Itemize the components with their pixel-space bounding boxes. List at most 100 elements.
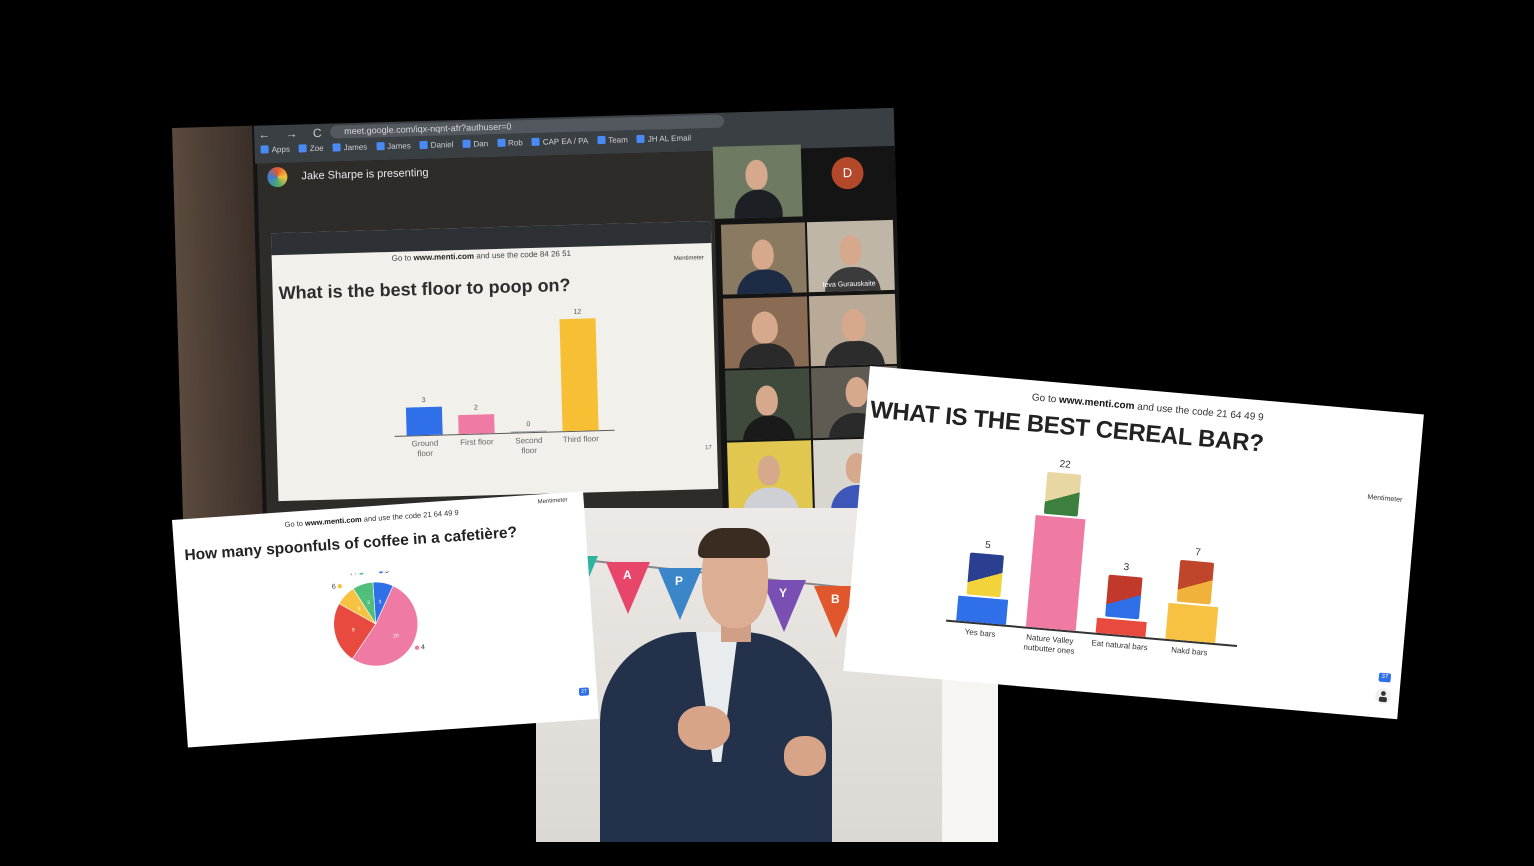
- person-icon: [582, 699, 590, 709]
- pie-slice-value: 3: [367, 600, 370, 606]
- code-prefix: Go to: [284, 518, 306, 530]
- bookmark-label: CAP EA / PA: [542, 136, 589, 147]
- video-tile-7[interactable]: [727, 440, 813, 513]
- video-tile-5[interactable]: [724, 368, 811, 441]
- participant-face: [841, 308, 867, 342]
- pie-category-label: 3: [385, 568, 389, 575]
- bookmark-item[interactable]: Dan: [462, 139, 488, 149]
- cereal-bar-pack-image: [1176, 560, 1215, 605]
- person-hair: [698, 528, 770, 558]
- participant-body: [733, 188, 783, 219]
- response-count-badge: 27: [578, 687, 590, 697]
- menti-site: www.menti.com: [304, 514, 362, 528]
- bookmark-item[interactable]: CAP EA / PA: [531, 136, 589, 147]
- participant-face: [751, 311, 779, 344]
- floor-bar-value: 0: [526, 421, 531, 429]
- pie-slice-value: 20: [393, 633, 399, 639]
- bookmark-label: Rob: [507, 138, 523, 148]
- bookmark-item[interactable]: JH AL Email: [636, 133, 692, 145]
- video-tile-2[interactable]: [720, 222, 807, 295]
- floor-bar: [559, 318, 599, 432]
- cereal-bar-pack-image: [1043, 471, 1082, 517]
- bookmark-label: JH AL Email: [647, 133, 692, 144]
- bookmark-item[interactable]: Daniel: [419, 140, 454, 150]
- bookmark-icon: [376, 142, 385, 151]
- participant-body: [742, 414, 795, 441]
- response-count-badge: 37: [1378, 672, 1392, 683]
- floor-bar-label: Third floor: [562, 434, 599, 445]
- participant-face: [757, 455, 781, 486]
- coffee-pie-chart: 33204953637+: [326, 568, 425, 667]
- cereal-bar-card: Go to www.menti.com and use the code 21 …: [843, 366, 1424, 720]
- pie-legend-dot: [378, 568, 384, 574]
- participant-count: 17: [705, 445, 712, 452]
- cereal-bar-label: Eat natural bars: [1091, 638, 1149, 653]
- participant-face: [845, 376, 869, 408]
- bookmark-item[interactable]: Team: [597, 135, 628, 145]
- cereal-bar-label: Yes bars: [964, 627, 996, 639]
- pie-legend-dot: [359, 570, 364, 575]
- bookmark-label: Zoe: [309, 143, 324, 154]
- participant-face: [755, 385, 779, 416]
- bookmark-item[interactable]: James: [376, 141, 411, 151]
- bookmark-icon: [298, 144, 307, 153]
- pie-legend-dot: [414, 645, 420, 650]
- video-tile-3[interactable]: [722, 296, 809, 369]
- bunting-flag: A: [606, 562, 650, 614]
- pie-slice-value: 3: [357, 606, 360, 612]
- meet-screen-photo: ← → C ⌂ meet.google.com/iqx-nqnt-afr?aut…: [172, 107, 905, 528]
- bookmark-item[interactable]: Rob: [496, 138, 523, 148]
- cereal-bar-pack-image: [1105, 574, 1143, 620]
- menti-site: www.menti.com: [413, 251, 475, 263]
- bookmark-item[interactable]: Apps: [260, 144, 290, 155]
- coffee-pie-card: Go to www.menti.com and use the code 21 …: [172, 491, 599, 748]
- cereal-bar-label: Nakd bars: [1170, 645, 1208, 658]
- code-prefix: Go to: [391, 253, 414, 263]
- bunting-letter: B: [831, 592, 840, 606]
- bookmark-icon: [531, 137, 540, 146]
- bookmark-label: James: [343, 142, 368, 153]
- wall-edge: [172, 125, 264, 528]
- bunting-flag: Y: [762, 580, 806, 632]
- pie-slice-value: 3: [378, 599, 381, 605]
- pointing-hand-left: [678, 706, 730, 750]
- cereal-bar-value: 7: [1194, 547, 1202, 559]
- participant-face: [745, 159, 768, 190]
- participant-body: [736, 268, 793, 295]
- participant-name: Ieva Gurauskaite: [822, 280, 876, 289]
- cereal-bar-value: 22: [1059, 458, 1072, 471]
- participant-face: [839, 234, 863, 266]
- pie-category-label: 7+: [349, 570, 357, 578]
- mentimeter-logo: Mentimeter: [537, 497, 568, 506]
- code-suffix: and use the code 84 26 51: [473, 248, 572, 261]
- code-suffix: and use the code 21 64 49 9: [361, 507, 459, 524]
- bookmark-icon: [462, 139, 471, 148]
- video-tile-4[interactable]: [808, 293, 897, 367]
- bookmark-item[interactable]: James: [332, 142, 368, 153]
- pie-category-label: 6: [332, 583, 336, 590]
- cereal-bar-value: 5: [984, 539, 992, 551]
- person-icon: [1374, 685, 1392, 706]
- bookmark-icon: [419, 140, 428, 150]
- floor-bar: [458, 414, 495, 435]
- bookmark-label: Team: [608, 135, 628, 145]
- cereal-bar-value: 3: [1123, 561, 1130, 574]
- video-tile-jake[interactable]: [712, 144, 803, 219]
- mentimeter-logo: Mentimeter: [1367, 493, 1403, 504]
- cereal-bar: [1165, 603, 1219, 644]
- pie-category-label: 4: [421, 644, 425, 651]
- coffee-question: How many spoonfuls of coffee in a cafeti…: [183, 523, 518, 565]
- floor-bar: [405, 406, 443, 436]
- slide-question: What is the best floor to poop on?: [278, 274, 571, 304]
- bunting-letter: P: [675, 574, 684, 588]
- cereal-bar: [1025, 515, 1086, 631]
- bookmark-item[interactable]: Zoe: [298, 143, 324, 154]
- video-tile-ieva[interactable]: Ieva Gurauskaite: [806, 219, 895, 293]
- floor-bar-value: 12: [573, 308, 582, 316]
- bookmark-icon: [636, 134, 645, 144]
- bookmark-label: Apps: [271, 144, 290, 155]
- code-prefix: Go to: [1031, 392, 1060, 406]
- floor-bar-value: 3: [421, 397, 426, 405]
- bunting-letter: Y: [779, 586, 788, 600]
- menti-site: www.menti.com: [1058, 394, 1135, 413]
